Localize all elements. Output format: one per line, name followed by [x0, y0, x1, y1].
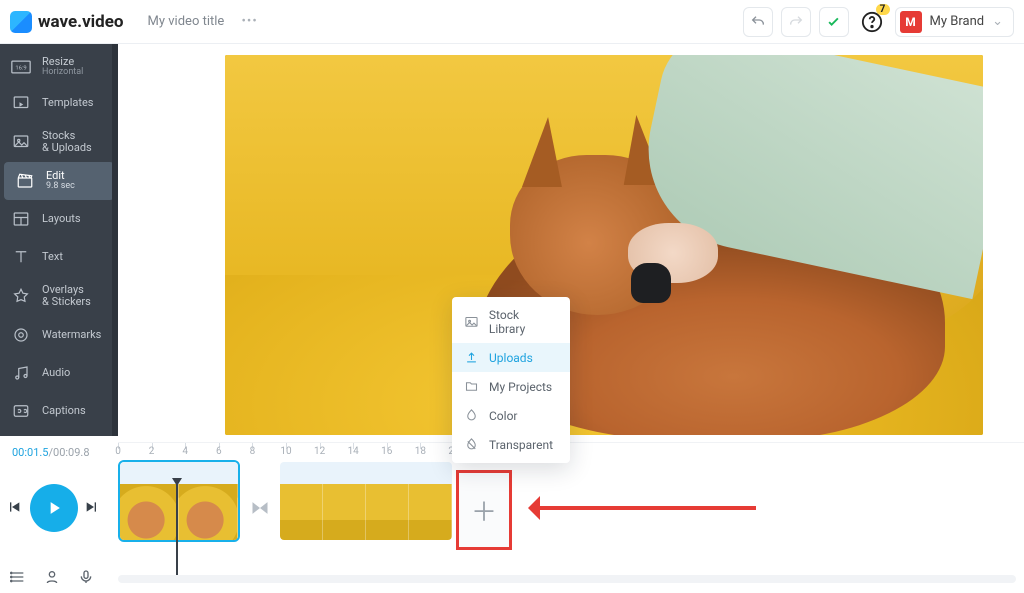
logo-text: wave.video [38, 12, 124, 32]
ruler-tick-label: 8 [250, 446, 256, 457]
ruler-tick-label: 4 [182, 446, 188, 457]
time-ruler[interactable]: 02468101214161820222426 [118, 442, 1024, 460]
sidebar-item-label: Text [42, 251, 63, 263]
ruler-tick-label: 12 [314, 446, 325, 457]
svg-text:16:9: 16:9 [15, 66, 26, 72]
time-current: 00:01.5 [12, 446, 48, 459]
project-title-text: My video title [148, 14, 225, 29]
sidebar-item-label: Templates [42, 97, 93, 109]
sidebar-item-edit[interactable]: Edit 9.8 sec [4, 162, 114, 200]
sidebar-item-sublabel: Horizontal [42, 68, 83, 78]
sidebar-item-audio[interactable]: Audio [0, 354, 118, 392]
time-readout: 00:01.5/00:09.8 [12, 446, 90, 459]
topbar: wave.video My video title ••• 7 M My Bra… [0, 0, 1024, 44]
help-badge: 7 [876, 4, 890, 15]
brand-initial: M [900, 11, 922, 33]
sidebar-item-sublabel: 9.8 sec [46, 182, 75, 192]
bottom-tools [8, 567, 96, 587]
storyboard-toggle[interactable] [8, 567, 28, 587]
watermarks-icon [10, 324, 32, 346]
ruler-tick-label: 18 [415, 446, 426, 457]
image-icon [10, 131, 32, 153]
play-button[interactable] [30, 484, 78, 532]
playhead[interactable] [176, 484, 178, 576]
popover-item-label: Transparent [489, 438, 553, 452]
logo[interactable]: wave.video [10, 11, 124, 33]
horizontal-scrollbar[interactable] [118, 575, 1016, 583]
aspect-ratio-icon: 16:9 [10, 56, 32, 78]
sidebar-item-captions[interactable]: Captions [0, 392, 118, 430]
layouts-icon [10, 208, 32, 230]
project-title-more-icon[interactable]: ••• [242, 14, 258, 29]
sidebar-scrolltrack[interactable] [112, 44, 118, 436]
templates-icon [10, 92, 32, 114]
popover-item-label: Color [489, 409, 517, 423]
sidebar-item-stocks[interactable]: Stocks & Uploads [0, 122, 118, 162]
ruler-tick-label: 2 [149, 446, 155, 457]
prev-frame-button[interactable] [6, 499, 24, 517]
ruler-tick-label: 10 [280, 446, 291, 457]
sidebar-item-label: Overlays & Stickers [42, 284, 91, 308]
sidebar-item-overlays[interactable]: Overlays & Stickers [0, 276, 118, 316]
help-button[interactable]: 7 [857, 7, 887, 37]
brand-switcher[interactable]: M My Brand ⌄ [895, 7, 1014, 37]
popover-item-myprojects[interactable]: My Projects [452, 372, 570, 401]
popover-item-stock[interactable]: Stock Library [452, 301, 570, 343]
clip-2[interactable] [278, 460, 454, 542]
popover-item-label: My Projects [489, 380, 552, 394]
captions-icon [10, 400, 32, 422]
popover-item-uploads[interactable]: Uploads [452, 343, 570, 372]
status-saved-icon [819, 7, 849, 37]
undo-button[interactable] [743, 7, 773, 37]
sidebar-item-layouts[interactable]: Layouts [0, 200, 118, 238]
ruler-tick-label: 6 [216, 446, 222, 457]
sidebar-item-label: Audio [42, 367, 70, 379]
sidebar-item-watermarks[interactable]: Watermarks [0, 316, 118, 354]
chevron-down-icon: ⌄ [992, 14, 1003, 29]
callout-arrow [516, 502, 756, 514]
sidebar-item-label: Captions [42, 405, 86, 417]
clip-header[interactable] [280, 462, 452, 484]
logo-mark-icon [10, 11, 32, 33]
sidebar-item-label: Stocks & Uploads [42, 130, 92, 154]
next-frame-button[interactable] [84, 499, 102, 517]
redo-button[interactable] [781, 7, 811, 37]
video-preview[interactable] [225, 55, 983, 435]
mic-button[interactable] [76, 567, 96, 587]
clapperboard-icon [14, 170, 36, 192]
transition-button[interactable] [246, 494, 274, 522]
clip-1[interactable] [118, 460, 240, 542]
brand-label: My Brand [930, 14, 985, 29]
music-icon [10, 362, 32, 384]
star-icon [10, 285, 32, 307]
sidebar-item-templates[interactable]: Templates [0, 84, 118, 122]
ruler-tick-label: 14 [348, 446, 359, 457]
time-duration: /00:09.8 [48, 446, 89, 459]
ruler-tick-label: 16 [381, 446, 392, 457]
popover-item-label: Stock Library [489, 308, 558, 336]
sidebar-item-label: Watermarks [42, 329, 101, 341]
popover-item-transparent[interactable]: Transparent [452, 430, 570, 459]
project-title[interactable]: My video title ••• [148, 14, 258, 29]
sidebar-item-text[interactable]: Text [0, 238, 118, 276]
voiceover-button[interactable] [42, 567, 62, 587]
clip-track[interactable]: ＋ [118, 460, 1014, 548]
sidebar-item-label: Layouts [42, 213, 81, 225]
play-controls [6, 484, 102, 532]
add-clip-button[interactable]: ＋ [456, 470, 512, 550]
sidebar: 16:9 Resize Horizontal Templates Stocks … [0, 44, 118, 436]
popover-item-label: Uploads [489, 351, 533, 365]
text-icon [10, 246, 32, 268]
add-media-popover: Stock Library Uploads My Projects Color … [452, 297, 570, 463]
popover-item-color[interactable]: Color [452, 401, 570, 430]
topbar-right: 7 M My Brand ⌄ [743, 7, 1014, 37]
sidebar-item-resize[interactable]: 16:9 Resize Horizontal [0, 50, 118, 84]
plus-icon: ＋ [471, 492, 497, 529]
ruler-tick-label: 0 [115, 446, 121, 457]
